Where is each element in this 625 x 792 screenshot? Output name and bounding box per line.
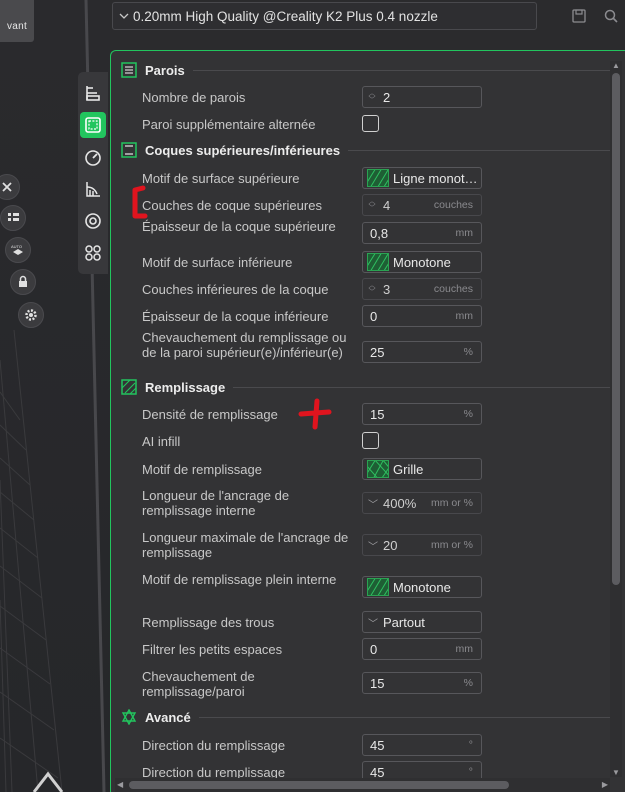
infill-wall-overlap-input[interactable]: 25 % [362,341,482,363]
red-cross-annotation [298,398,332,430]
settings-tab-strip [78,72,108,274]
settings-list[interactable]: Parois Nombre de parois ︿ ﹀ 2 Paroi suppl… [110,50,625,792]
chevron-down-icon: ﹀ [368,499,378,511]
scrollbar-thumb[interactable] [129,781,509,789]
svg-text:AUTO: AUTO [11,244,22,249]
filter-gaps-input[interactable]: 0 mm [362,638,482,660]
monotone-pattern-icon [367,578,389,596]
chevron-down-icon: ﹀ [368,541,378,553]
scrollbar-thumb[interactable] [612,73,620,585]
infill-overlap-input[interactable]: 15 % [362,672,482,694]
ai-infill-label: AI infill [142,434,181,449]
tab-support[interactable] [80,176,106,202]
save-icon[interactable] [571,8,587,24]
infill-wall-overlap-label: Chevauchement du remplissage ou de la pa… [142,330,347,360]
horizontal-scrollbar[interactable]: ◀ ▶ [115,778,610,792]
previous-button[interactable]: vant [0,0,34,42]
section-advanced: Avancé [121,706,611,728]
tab-others[interactable] [80,240,106,266]
vertical-scrollbar[interactable]: ▲ ▼ [610,61,622,777]
section-title: Coques supérieures/inférieures [145,142,341,158]
chevron-down-icon [119,13,129,19]
gear-icon[interactable] [18,302,44,328]
gap-fill-label: Remplissage des trous [142,615,275,630]
multimaterial-icon [85,213,101,229]
infill-overlap-label: Chevauchement de remplissage/paroi [142,669,255,699]
monotone-pattern-icon [367,253,389,271]
infill-direction-label: Direction du remplissage [142,738,286,753]
solid-infill-pattern-label: Motif de remplissage plein interne [142,572,337,587]
wall-count-input[interactable]: ︿ ﹀ 2 [362,86,482,108]
infill-icon [121,379,137,395]
section-infill: Remplissage [121,376,611,398]
others-icon [85,245,101,261]
strength-icon [85,117,101,133]
shells-icon [121,142,137,158]
chevron-down-icon: ﹀ [368,618,378,630]
scroll-left-icon[interactable]: ◀ [117,778,123,792]
infill-density-input[interactable]: 15 % [362,403,482,425]
tab-multimaterial[interactable] [80,208,106,234]
bottom-thickness-input[interactable]: 0 mm [362,305,482,327]
top-layers-label: Couches de coque supérieures [142,198,322,213]
max-anchor-label: Longueur maximale de l'ancrage de rempli… [142,530,349,560]
lock-icon[interactable] [10,269,36,295]
advanced-icon [121,709,137,725]
spinner-icon[interactable]: ︿ ﹀ [365,198,379,212]
spinner-icon[interactable]: ︿ ﹀ [365,282,379,296]
support-icon [86,182,100,197]
list-icon[interactable] [0,205,26,231]
bottom-pattern-select[interactable]: Monotone [362,251,482,273]
section-title: Avancé [145,709,191,725]
top-pattern-select[interactable]: Ligne monot… [362,167,482,189]
top-layers-input[interactable]: ︿ ﹀ 4 couches [362,194,482,216]
scroll-down-icon[interactable]: ▼ [610,768,622,777]
quality-icon [86,86,100,101]
bottom-layers-label: Couches inférieures de la coque [142,282,329,297]
section-walls: Parois [121,59,611,81]
tab-quality[interactable] [80,80,106,106]
internal-anchor-label: Longueur de l'ancrage de remplissage int… [142,488,290,518]
bottom-pattern-label: Motif de surface inférieure [142,255,293,270]
section-title: Remplissage [145,379,226,395]
process-settings-panel: 0.20mm High Quality @Creality K2 Plus 0.… [110,0,625,792]
scroll-right-icon[interactable]: ▶ [602,778,608,792]
top-thickness-label: Épaisseur de la coque supérieure [142,219,336,234]
top-pattern-label: Motif de surface supérieure [142,171,300,186]
alternate-wall-checkbox[interactable] [362,115,379,132]
tab-speed[interactable] [80,144,106,170]
infill-direction-input[interactable]: 45 ° [362,734,482,756]
grid-pattern-icon [367,460,389,478]
gap-fill-select[interactable]: ﹀ Partout [362,611,482,633]
process-preset-select[interactable]: 0.20mm High Quality @Creality K2 Plus 0.… [112,2,537,30]
infill-pattern-label: Motif de remplissage [142,462,262,477]
red-bracket-annotation [132,185,148,219]
infill-pattern-select[interactable]: Grille [362,458,482,480]
wall-count-label: Nombre de parois [142,90,246,105]
scroll-up-icon[interactable]: ▲ [610,61,622,70]
ai-infill-checkbox[interactable] [362,432,379,449]
max-anchor-select[interactable]: ﹀ 20 mm or % [362,534,482,556]
search-icon[interactable] [603,8,619,24]
bottom-thickness-label: Épaisseur de la coque inférieure [142,309,329,324]
solid-infill-pattern-select[interactable]: Monotone [362,576,482,598]
alternate-wall-label: Paroi supplémentaire alternée [142,117,316,132]
speed-icon [85,150,101,166]
bottom-layers-input[interactable]: ︿ ﹀ 3 couches [362,278,482,300]
auto-arrange-icon[interactable]: AUTO [5,237,31,263]
walls-icon [121,62,137,78]
top-thickness-input[interactable]: 0,8 mm [362,222,482,244]
preset-name: 0.20mm High Quality @Creality K2 Plus 0.… [133,8,438,24]
tab-strength[interactable] [80,112,106,138]
spinner-icon[interactable]: ︿ ﹀ [365,90,379,104]
section-shells: Coques supérieures/inférieures [121,139,611,161]
filter-gaps-label: Filtrer les petits espaces [142,642,283,657]
section-title: Parois [145,62,185,78]
monotonic-pattern-icon [367,169,389,187]
internal-anchor-select[interactable]: ﹀ 400% mm or % [362,492,482,514]
